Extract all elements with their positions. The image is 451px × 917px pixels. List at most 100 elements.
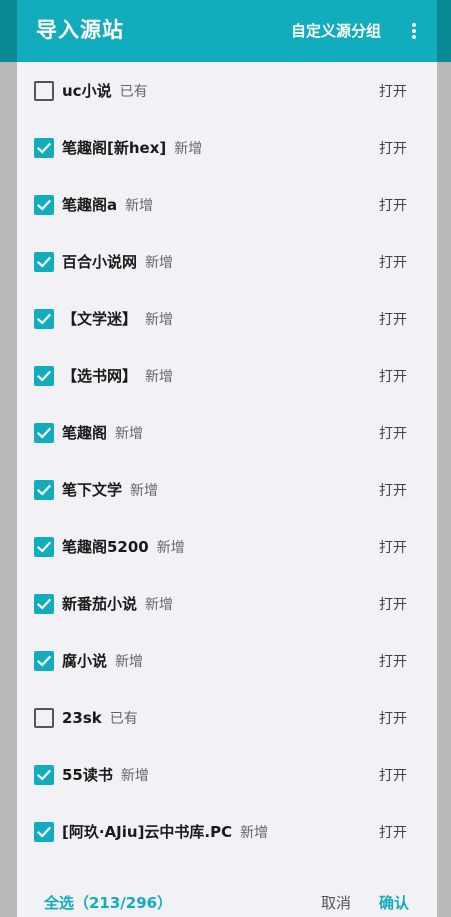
- list-item[interactable]: 23sk 已有 打开: [17, 689, 437, 746]
- item-text: 腐小说 新增: [62, 650, 143, 673]
- import-source-dialog: 导入源站 自定义源分组 uc小说 已有 打开 笔趣阁[新hex] 新增 打开 笔趣阁a 新增打…: [17, 0, 437, 917]
- source-name: [阿玖·AJiu]云中书库.PC: [62, 823, 233, 841]
- list-item[interactable]: 腐小说 新增 打开: [17, 632, 437, 689]
- checkbox-checked[interactable]: [34, 366, 54, 386]
- dialog-toolbar: 导入源站 自定义源分组: [17, 0, 437, 62]
- list-item[interactable]: 笔趣阁[新hex] 新增 打开: [17, 119, 437, 176]
- checkbox-checked[interactable]: [34, 651, 54, 671]
- source-name: 【文学迷】: [62, 310, 138, 328]
- check-icon: [36, 484, 52, 496]
- open-button[interactable]: 打开: [379, 708, 407, 728]
- item-text: 笔趣阁[新hex] 新增: [62, 137, 202, 160]
- check-icon: [36, 769, 52, 781]
- list-item[interactable]: 百合小说网 新增 打开: [17, 233, 437, 290]
- checkbox-checked[interactable]: [34, 252, 54, 272]
- list-item[interactable]: 新番茄小说 新增 打开: [17, 575, 437, 632]
- checkbox-checked[interactable]: [34, 537, 54, 557]
- list-item[interactable]: [阿玖·AJiu]云中书库.PC 新增 打开: [17, 803, 437, 860]
- check-icon: [36, 142, 52, 154]
- cancel-button[interactable]: 取消: [321, 892, 351, 913]
- item-text: 【文学迷】 新增: [62, 308, 173, 331]
- source-name: 笔趣阁a: [62, 196, 118, 214]
- list-item[interactable]: 笔趣阁 新增 打开: [17, 404, 437, 461]
- checkbox-checked[interactable]: [34, 138, 54, 158]
- source-status: 已有: [119, 84, 148, 100]
- source-name: 【选书网】: [62, 367, 138, 385]
- list-item[interactable]: 【选书网】 新增 打开: [17, 347, 437, 404]
- checkbox-checked[interactable]: [34, 480, 54, 500]
- source-name: 新番茄小说: [62, 595, 138, 613]
- check-icon: [36, 427, 52, 439]
- check-icon: [36, 541, 52, 553]
- open-button[interactable]: 打开: [379, 309, 407, 329]
- list-item[interactable]: 笔趣阁a 新增 打开: [17, 176, 437, 233]
- source-name: 笔趣阁5200: [62, 538, 149, 556]
- backdrop-left[interactable]: [0, 0, 17, 917]
- check-icon: [36, 256, 52, 268]
- source-status: 新增: [115, 654, 144, 670]
- list-item[interactable]: 笔趣阁5200 新增 打开: [17, 518, 437, 575]
- item-text: 新番茄小说 新增: [62, 593, 173, 616]
- item-text: 笔趣阁 新增: [62, 422, 143, 445]
- checkbox-checked[interactable]: [34, 765, 54, 785]
- source-name: 笔趣阁: [62, 424, 108, 442]
- source-status: 已有: [109, 711, 138, 727]
- check-icon: [36, 655, 52, 667]
- source-name: 笔趣阁[新hex]: [62, 139, 167, 157]
- open-button[interactable]: 打开: [379, 480, 407, 500]
- source-list[interactable]: uc小说 已有 打开 笔趣阁[新hex] 新增 打开 笔趣阁a 新增 打开 百合小说网 新增 打开 【文…: [17, 62, 437, 870]
- item-text: [阿玖·AJiu]云中书库.PC 新增: [62, 821, 268, 844]
- check-icon: [36, 826, 52, 838]
- open-button[interactable]: 打开: [379, 822, 407, 842]
- source-status: 新增: [125, 198, 154, 214]
- check-icon: [36, 313, 52, 325]
- open-button[interactable]: 打开: [379, 81, 407, 101]
- list-item[interactable]: 【文学迷】 新增 打开: [17, 290, 437, 347]
- checkbox-checked[interactable]: [34, 423, 54, 443]
- check-icon: [36, 199, 52, 211]
- source-status: 新增: [156, 540, 185, 556]
- open-button[interactable]: 打开: [379, 138, 407, 158]
- item-text: 百合小说网 新增: [62, 251, 173, 274]
- check-icon: [36, 370, 52, 382]
- source-name: 百合小说网: [62, 253, 138, 271]
- item-text: uc小说 已有: [62, 80, 148, 103]
- list-item-partial[interactable]: [17, 860, 437, 870]
- source-status: 新增: [145, 597, 174, 613]
- source-name: 23sk: [62, 709, 102, 727]
- open-button[interactable]: 打开: [379, 252, 407, 272]
- source-status: 新增: [145, 255, 174, 271]
- open-button[interactable]: 打开: [379, 537, 407, 557]
- dialog-footer: 全选（213/296） 取消 确认: [17, 870, 437, 917]
- open-button[interactable]: 打开: [379, 765, 407, 785]
- list-item[interactable]: 笔下文学 新增 打开: [17, 461, 437, 518]
- item-text: 23sk 已有: [62, 707, 138, 730]
- item-text: 【选书网】 新增: [62, 365, 173, 388]
- select-all-button[interactable]: 全选（213/296）: [44, 892, 172, 913]
- checkbox-unchecked[interactable]: [34, 81, 54, 101]
- open-button[interactable]: 打开: [379, 366, 407, 386]
- checkbox-checked[interactable]: [34, 309, 54, 329]
- source-status: 新增: [130, 483, 159, 499]
- dialog-title: 导入源站: [36, 18, 124, 42]
- source-status: 新增: [240, 825, 269, 841]
- open-button[interactable]: 打开: [379, 195, 407, 215]
- more-vert-icon[interactable]: [402, 15, 426, 47]
- list-item[interactable]: 55读书 新增 打开: [17, 746, 437, 803]
- source-name: uc小说: [62, 82, 112, 100]
- source-name: 55读书: [62, 766, 113, 784]
- list-item[interactable]: uc小说 已有 打开: [17, 62, 437, 119]
- checkbox-checked[interactable]: [34, 195, 54, 215]
- checkbox-unchecked[interactable]: [34, 708, 54, 728]
- open-button[interactable]: 打开: [379, 594, 407, 614]
- source-status: 新增: [145, 369, 174, 385]
- custom-group-button[interactable]: 自定义源分组: [291, 20, 381, 41]
- checkbox-checked[interactable]: [34, 594, 54, 614]
- confirm-button[interactable]: 确认: [379, 892, 409, 913]
- backdrop-right[interactable]: [437, 0, 451, 917]
- open-button[interactable]: 打开: [379, 423, 407, 443]
- open-button[interactable]: 打开: [379, 651, 407, 671]
- checkbox-checked[interactable]: [34, 822, 54, 842]
- source-status: 新增: [145, 312, 174, 328]
- source-status: 新增: [174, 141, 203, 157]
